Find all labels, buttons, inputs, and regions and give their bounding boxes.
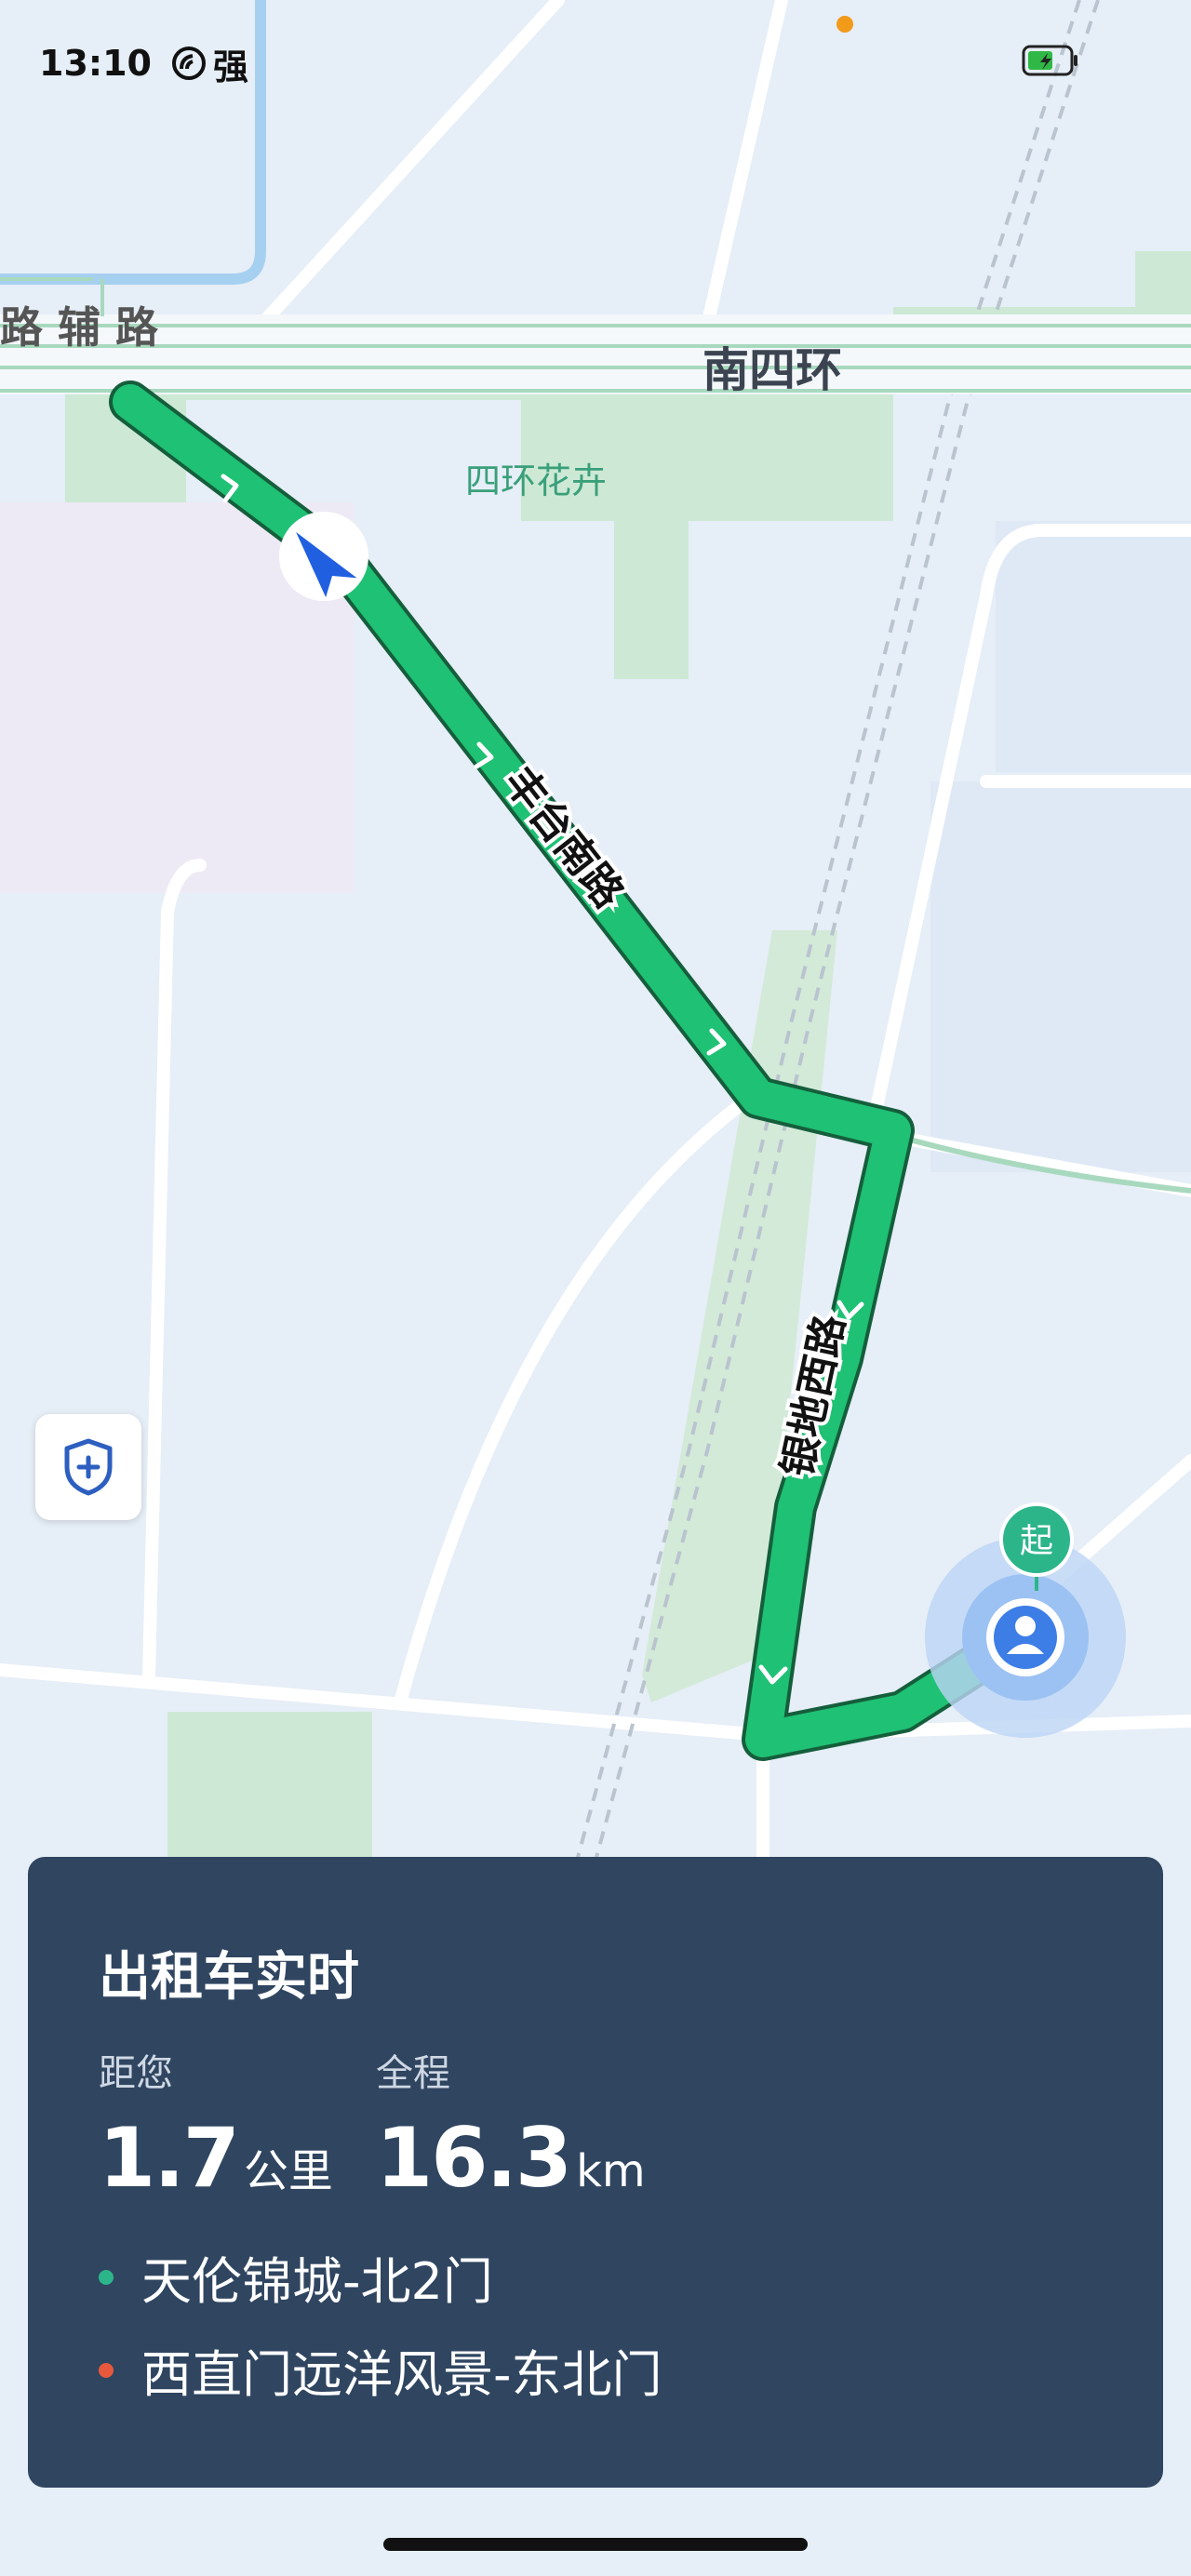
signal-icon <box>171 47 206 80</box>
taxi-realtime-card: 出租车实时 距您 1.7 公里 全程 16.3 km 天伦锦城-北2门 西直门远洋风… <box>28 1857 1163 2488</box>
park-area <box>167 1712 372 1861</box>
start-marker-label: 起 <box>1020 1522 1053 1560</box>
label-park: 四环花卉 <box>465 460 607 501</box>
signal-indicator: 强 <box>170 38 248 89</box>
status-bar: 13:10 强 <box>39 35 248 91</box>
total-value: 16.3 <box>376 2110 572 2206</box>
origin-text: 天伦锦城-北2门 <box>141 2252 493 2311</box>
map-block <box>996 521 1191 772</box>
destination-dot <box>99 2362 114 2378</box>
distance-value: 1.7 <box>99 2110 240 2206</box>
label-aux-road: 路 辅 路 <box>0 302 159 353</box>
status-time: 13:10 <box>39 43 152 84</box>
nav-arrow-icon <box>279 512 368 601</box>
total-unit: km <box>576 2145 646 2197</box>
distance-unit: 公里 <box>243 2145 333 2197</box>
home-indicator[interactable] <box>383 2538 808 2551</box>
map-block <box>930 781 1191 1172</box>
destination-row: 西直门远洋风景-东北门 <box>99 2333 662 2407</box>
shield-icon <box>64 1438 113 1496</box>
signal-label: 强 <box>212 46 248 87</box>
distance-block: 距您 1.7 公里 <box>99 2043 333 2206</box>
distance-label: 距您 <box>99 2052 173 2095</box>
total-block: 全程 16.3 km <box>376 2043 646 2206</box>
safety-shield-button[interactable] <box>35 1414 141 1520</box>
origin-row: 天伦锦城-北2门 <box>99 2240 493 2314</box>
poi-dot <box>836 16 853 33</box>
origin-dot <box>99 2269 114 2285</box>
card-title: 出租车实时 <box>99 1947 359 2008</box>
destination-text: 西直门远洋风景-东北门 <box>141 2345 662 2404</box>
total-label: 全程 <box>376 2052 450 2095</box>
battery-icon <box>1022 45 1079 80</box>
label-ring-road: 南四环 <box>703 343 842 397</box>
